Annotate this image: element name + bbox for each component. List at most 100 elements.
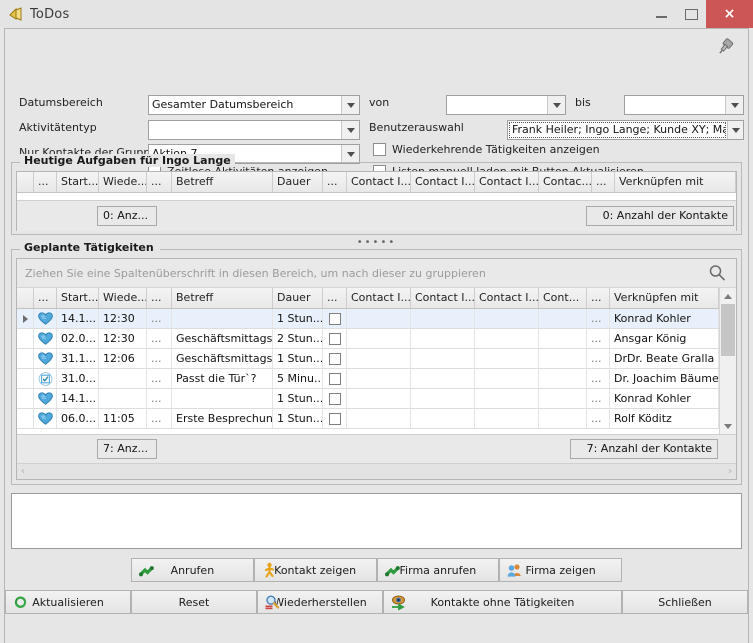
planned-col-contact3[interactable]: Contact I... [475, 288, 539, 308]
planned-col-link[interactable]: Verknüpfen mit [610, 288, 719, 308]
planned-col-betreff[interactable]: Betreff [172, 288, 273, 308]
task-check-icon [34, 369, 57, 388]
client-area: Datumsbereich Gesamter Datumsbereich von… [4, 28, 749, 643]
cell-ci3 [475, 349, 539, 368]
today-col-dots3[interactable]: ... [323, 172, 347, 192]
table-row[interactable]: 06.0... 11:05... Erste Besprechung 1 Stun..… [17, 409, 719, 429]
maximize-button[interactable] [676, 0, 706, 28]
row-indicator [17, 329, 34, 348]
call-company-button[interactable]: Firma anrufen [376, 558, 500, 582]
cell-ci4 [539, 309, 587, 328]
today-col-contact4[interactable]: Contac... [539, 172, 592, 192]
heart-icon [34, 309, 57, 328]
show-company-button[interactable]: Firma zeigen [499, 558, 622, 582]
today-col-link[interactable]: Verknüpfen mit [615, 172, 736, 192]
vscroll-track[interactable] [720, 304, 736, 418]
date-range-label: Datumsbereich [19, 96, 103, 109]
chevron-down-icon[interactable] [341, 121, 359, 139]
date-range-combo[interactable]: Gesamter Datumsbereich [148, 95, 360, 115]
cell-dauer: 1 Stun... [273, 309, 323, 328]
notes-memo[interactable] [11, 493, 742, 549]
cell-link: Rolf Köditz [610, 409, 719, 428]
hscroll-right-icon[interactable]: › [728, 466, 732, 477]
today-col-betreff[interactable]: Betreff [172, 172, 273, 192]
row-checkbox[interactable] [323, 309, 347, 328]
hscroll-left-icon[interactable]: ‹ [21, 466, 25, 477]
action-buttons-row2: Aktualisieren Reset Wiederherstellen Kon… [5, 590, 748, 614]
contacts-without-tasks-button[interactable]: Kontakte ohne Tätigkeiten [383, 590, 622, 614]
today-col-indicator[interactable] [17, 172, 34, 192]
planned-col-indicator[interactable] [17, 288, 34, 308]
today-col-contact1[interactable]: Contact I... [347, 172, 411, 192]
planned-col-dots2[interactable]: ... [147, 288, 172, 308]
cell-dauer: 1 Stun... [273, 409, 323, 428]
planned-col-start[interactable]: Start... [57, 288, 99, 308]
today-col-wieder[interactable]: Wiede... [99, 172, 147, 192]
table-row[interactable]: 14.1...... 1 Stun...... Konrad Kohler [17, 389, 719, 409]
today-col-dauer[interactable]: Dauer [273, 172, 323, 192]
action-buttons-row1: Anrufen Kontakt zeigen Firma anrufen Fir… [5, 558, 748, 582]
close-button[interactable]: × [706, 0, 753, 28]
table-row[interactable]: 02.0... 12:30... Geschäftsmittags... 2 Stun… [17, 329, 719, 349]
activity-type-combo[interactable] [148, 120, 360, 140]
today-col-contact2[interactable]: Contact I... [411, 172, 475, 192]
planned-col-contact2[interactable]: Contact I... [411, 288, 475, 308]
row-checkbox[interactable] [323, 409, 347, 428]
chevron-down-icon[interactable] [341, 96, 359, 114]
refresh-button[interactable]: Aktualisieren [5, 590, 131, 614]
group-by-bar[interactable]: Ziehen Sie eine Spaltenüberschrift in di… [17, 259, 736, 288]
today-col-dots4[interactable]: ... [592, 172, 615, 192]
planned-tasks-grid: Ziehen Sie eine Spaltenüberschrift in di… [16, 258, 737, 480]
row-checkbox[interactable] [323, 389, 347, 408]
user-select-combo[interactable]: Frank Heiler; Ingo Lange; Kunde XY; Mark… [507, 120, 744, 140]
cell-ci4 [539, 349, 587, 368]
reset-button[interactable]: Reset [131, 590, 257, 614]
planned-col-contact4[interactable]: Cont... [539, 288, 587, 308]
today-col-dots1[interactable]: ... [34, 172, 57, 192]
planned-col-dots3[interactable]: ... [323, 288, 347, 308]
table-row[interactable]: 14.1... 12:30... 1 Stun...... Konrad Kohler [17, 309, 719, 329]
pin-icon[interactable] [714, 36, 736, 58]
restore-button[interactable]: Wiederherstellen [257, 590, 383, 614]
cell-dots1: ... [147, 349, 172, 368]
scroll-up-icon[interactable] [720, 288, 736, 304]
minimize-button[interactable] [646, 0, 676, 28]
recurring-checkbox[interactable] [373, 143, 386, 156]
planned-grid-vscrollbar[interactable] [719, 288, 736, 434]
today-col-dots2[interactable]: ... [147, 172, 172, 192]
row-checkbox[interactable] [323, 329, 347, 348]
scroll-down-icon[interactable] [720, 418, 736, 434]
planned-grid-hscrollbar[interactable]: ‹ › [17, 463, 736, 479]
planned-col-dots1[interactable]: ... [34, 288, 57, 308]
close-dialog-button[interactable]: Schließen [622, 590, 748, 614]
planned-col-wieder[interactable]: Wiede... [99, 288, 147, 308]
chevron-down-icon[interactable] [547, 96, 565, 114]
from-date-combo[interactable] [446, 95, 566, 115]
planned-col-dauer[interactable]: Dauer [273, 288, 323, 308]
to-date-combo[interactable] [624, 95, 744, 115]
table-row[interactable]: 31.1... 12:06... Geschäftsmittags... 1 Stun… [17, 349, 719, 369]
row-checkbox[interactable] [323, 349, 347, 368]
today-col-start[interactable]: Start... [57, 172, 99, 192]
today-footer-count: 0: Anz... [97, 206, 157, 226]
call-button-label: Anrufen [170, 563, 215, 577]
chevron-down-icon[interactable] [727, 121, 743, 139]
row-checkbox[interactable] [323, 369, 347, 388]
recurring-checkbox-row[interactable]: Wiederkehrende Tätigkeiten anzeigen [373, 143, 600, 156]
vscroll-thumb[interactable] [721, 304, 735, 356]
planned-col-dots4[interactable]: ... [587, 288, 610, 308]
table-row[interactable]: 31.0...... Passt die Tür`? 5 Minu...... Dr.… [17, 369, 719, 389]
cell-dauer: 5 Minu... [273, 369, 323, 388]
chevron-down-icon[interactable] [725, 96, 743, 114]
call-button[interactable]: Anrufen [131, 558, 254, 582]
cell-dauer: 1 Stun... [273, 349, 323, 368]
chevron-down-icon[interactable] [341, 145, 359, 163]
today-col-contact3[interactable]: Contact I... [475, 172, 539, 192]
bell-icon [8, 6, 24, 22]
cell-ci3 [475, 409, 539, 428]
cell-dots2: ... [587, 389, 610, 408]
user-select-row: Benutzerauswahl [369, 121, 464, 134]
show-contact-button[interactable]: Kontakt zeigen [253, 558, 377, 582]
search-icon[interactable] [708, 264, 726, 282]
planned-col-contact1[interactable]: Contact I... [347, 288, 411, 308]
